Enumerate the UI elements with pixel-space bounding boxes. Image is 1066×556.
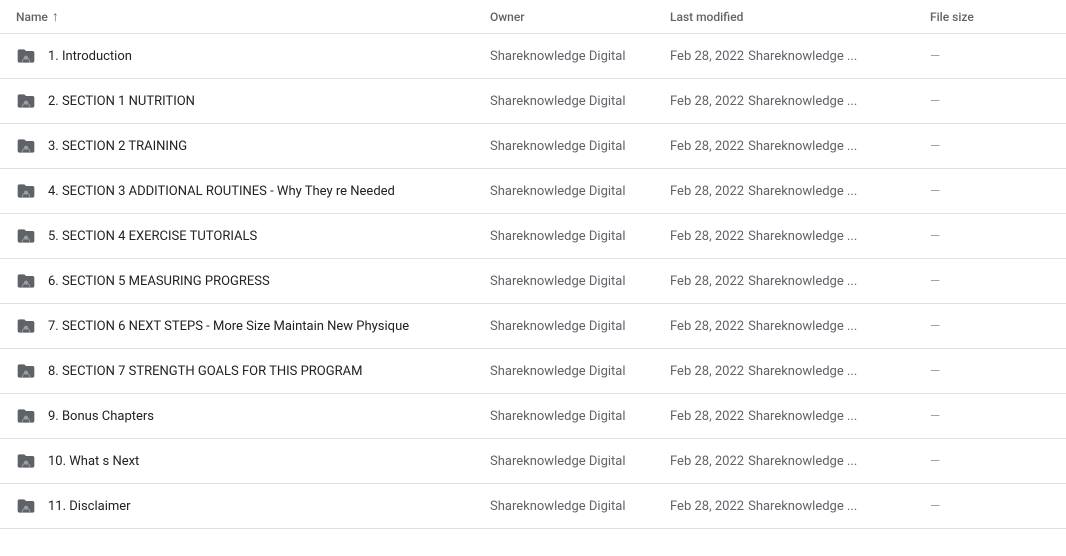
modified-user: Shareknowledge ... xyxy=(748,274,857,289)
modified-user: Shareknowledge ... xyxy=(748,364,857,379)
folder-icon xyxy=(16,451,36,471)
cell-size: — xyxy=(930,139,1050,154)
modified-user: Shareknowledge ... xyxy=(748,139,857,154)
header-size-col[interactable]: File size xyxy=(930,10,1050,24)
cell-owner: Shareknowledge Digital xyxy=(490,49,670,64)
folder-icon xyxy=(16,91,36,111)
modified-user: Shareknowledge ... xyxy=(748,229,857,244)
cell-owner: Shareknowledge Digital xyxy=(490,139,670,154)
table-row[interactable]: 7. SECTION 6 NEXT STEPS - More Size Main… xyxy=(0,304,1066,349)
table-header: Name ↑ Owner Last modified File size xyxy=(0,0,1066,34)
cell-modified: Feb 28, 2022 Shareknowledge ... xyxy=(670,49,930,64)
folder-icon xyxy=(16,136,36,156)
table-row[interactable]: 1. Introduction Shareknowledge Digital F… xyxy=(0,34,1066,79)
header-owner-col[interactable]: Owner xyxy=(490,10,670,24)
cell-modified: Feb 28, 2022 Shareknowledge ... xyxy=(670,319,930,334)
file-name: 6. SECTION 5 MEASURING PROGRESS xyxy=(48,274,270,289)
cell-owner: Shareknowledge Digital xyxy=(490,319,670,334)
file-name: 5. SECTION 4 EXERCISE TUTORIALS xyxy=(48,229,257,244)
file-table: Name ↑ Owner Last modified File size 1. … xyxy=(0,0,1066,556)
table-body: 1. Introduction Shareknowledge Digital F… xyxy=(0,34,1066,529)
folder-icon xyxy=(16,226,36,246)
cell-modified: Feb 28, 2022 Shareknowledge ... xyxy=(670,139,930,154)
folder-icon xyxy=(16,181,36,201)
cell-size: — xyxy=(930,319,1050,334)
modified-user: Shareknowledge ... xyxy=(748,184,857,199)
modified-user: Shareknowledge ... xyxy=(748,409,857,424)
modified-date: Feb 28, 2022 xyxy=(670,49,744,64)
table-row[interactable]: 2. SECTION 1 NUTRITION Shareknowledge Di… xyxy=(0,79,1066,124)
cell-owner: Shareknowledge Digital xyxy=(490,364,670,379)
cell-owner: Shareknowledge Digital xyxy=(490,454,670,469)
cell-modified: Feb 28, 2022 Shareknowledge ... xyxy=(670,409,930,424)
folder-icon xyxy=(16,361,36,381)
file-name: 11. Disclaimer xyxy=(48,499,131,514)
modified-user: Shareknowledge ... xyxy=(748,319,857,334)
cell-owner: Shareknowledge Digital xyxy=(490,94,670,109)
header-modified-col[interactable]: Last modified xyxy=(670,10,930,24)
table-row[interactable]: 9. Bonus Chapters Shareknowledge Digital… xyxy=(0,394,1066,439)
file-name: 7. SECTION 6 NEXT STEPS - More Size Main… xyxy=(48,319,409,334)
table-row[interactable]: 4. SECTION 3 ADDITIONAL ROUTINES - Why T… xyxy=(0,169,1066,214)
table-row[interactable]: 11. Disclaimer Shareknowledge Digital Fe… xyxy=(0,484,1066,529)
table-row[interactable]: 10. What s Next Shareknowledge Digital F… xyxy=(0,439,1066,484)
file-name: 10. What s Next xyxy=(48,454,139,469)
modified-user: Shareknowledge ... xyxy=(748,49,857,64)
modified-user: Shareknowledge ... xyxy=(748,454,857,469)
cell-modified: Feb 28, 2022 Shareknowledge ... xyxy=(670,499,930,514)
cell-owner: Shareknowledge Digital xyxy=(490,409,670,424)
modified-date: Feb 28, 2022 xyxy=(670,139,744,154)
cell-size: — xyxy=(930,274,1050,289)
file-name: 8. SECTION 7 STRENGTH GOALS FOR THIS PRO… xyxy=(48,364,362,379)
cell-owner: Shareknowledge Digital xyxy=(490,499,670,514)
table-row[interactable]: 8. SECTION 7 STRENGTH GOALS FOR THIS PRO… xyxy=(0,349,1066,394)
modified-date: Feb 28, 2022 xyxy=(670,274,744,289)
header-name-label: Name xyxy=(16,10,48,24)
file-name: 4. SECTION 3 ADDITIONAL ROUTINES - Why T… xyxy=(48,184,395,199)
modified-date: Feb 28, 2022 xyxy=(670,364,744,379)
folder-icon xyxy=(16,46,36,66)
table-row[interactable]: 6. SECTION 5 MEASURING PROGRESS Sharekno… xyxy=(0,259,1066,304)
modified-date: Feb 28, 2022 xyxy=(670,229,744,244)
modified-date: Feb 28, 2022 xyxy=(670,409,744,424)
modified-date: Feb 28, 2022 xyxy=(670,319,744,334)
cell-owner: Shareknowledge Digital xyxy=(490,229,670,244)
cell-modified: Feb 28, 2022 Shareknowledge ... xyxy=(670,454,930,469)
folder-icon xyxy=(16,271,36,291)
file-name: 2. SECTION 1 NUTRITION xyxy=(48,94,195,109)
cell-size: — xyxy=(930,49,1050,64)
cell-size: — xyxy=(930,184,1050,199)
cell-modified: Feb 28, 2022 Shareknowledge ... xyxy=(670,94,930,109)
cell-size: — xyxy=(930,454,1050,469)
cell-modified: Feb 28, 2022 Shareknowledge ... xyxy=(670,364,930,379)
cell-modified: Feb 28, 2022 Shareknowledge ... xyxy=(670,229,930,244)
modified-user: Shareknowledge ... xyxy=(748,499,857,514)
cell-size: — xyxy=(930,409,1050,424)
cell-modified: Feb 28, 2022 Shareknowledge ... xyxy=(670,184,930,199)
cell-size: — xyxy=(930,499,1050,514)
header-name-col[interactable]: Name ↑ xyxy=(16,8,490,25)
cell-owner: Shareknowledge Digital xyxy=(490,184,670,199)
modified-date: Feb 28, 2022 xyxy=(670,454,744,469)
cell-size: — xyxy=(930,229,1050,244)
sort-icon: ↑ xyxy=(52,8,59,25)
file-name: 1. Introduction xyxy=(48,49,132,64)
file-name: 3. SECTION 2 TRAINING xyxy=(48,139,187,154)
cell-owner: Shareknowledge Digital xyxy=(490,274,670,289)
file-name: 9. Bonus Chapters xyxy=(48,409,154,424)
modified-date: Feb 28, 2022 xyxy=(670,184,744,199)
folder-icon xyxy=(16,406,36,426)
cell-modified: Feb 28, 2022 Shareknowledge ... xyxy=(670,274,930,289)
modified-date: Feb 28, 2022 xyxy=(670,499,744,514)
table-row[interactable]: 5. SECTION 4 EXERCISE TUTORIALS Sharekno… xyxy=(0,214,1066,259)
cell-size: — xyxy=(930,364,1050,379)
table-row[interactable]: 3. SECTION 2 TRAINING Shareknowledge Dig… xyxy=(0,124,1066,169)
modified-user: Shareknowledge ... xyxy=(748,94,857,109)
folder-icon xyxy=(16,496,36,516)
folder-icon xyxy=(16,316,36,336)
modified-date: Feb 28, 2022 xyxy=(670,94,744,109)
cell-size: — xyxy=(930,94,1050,109)
